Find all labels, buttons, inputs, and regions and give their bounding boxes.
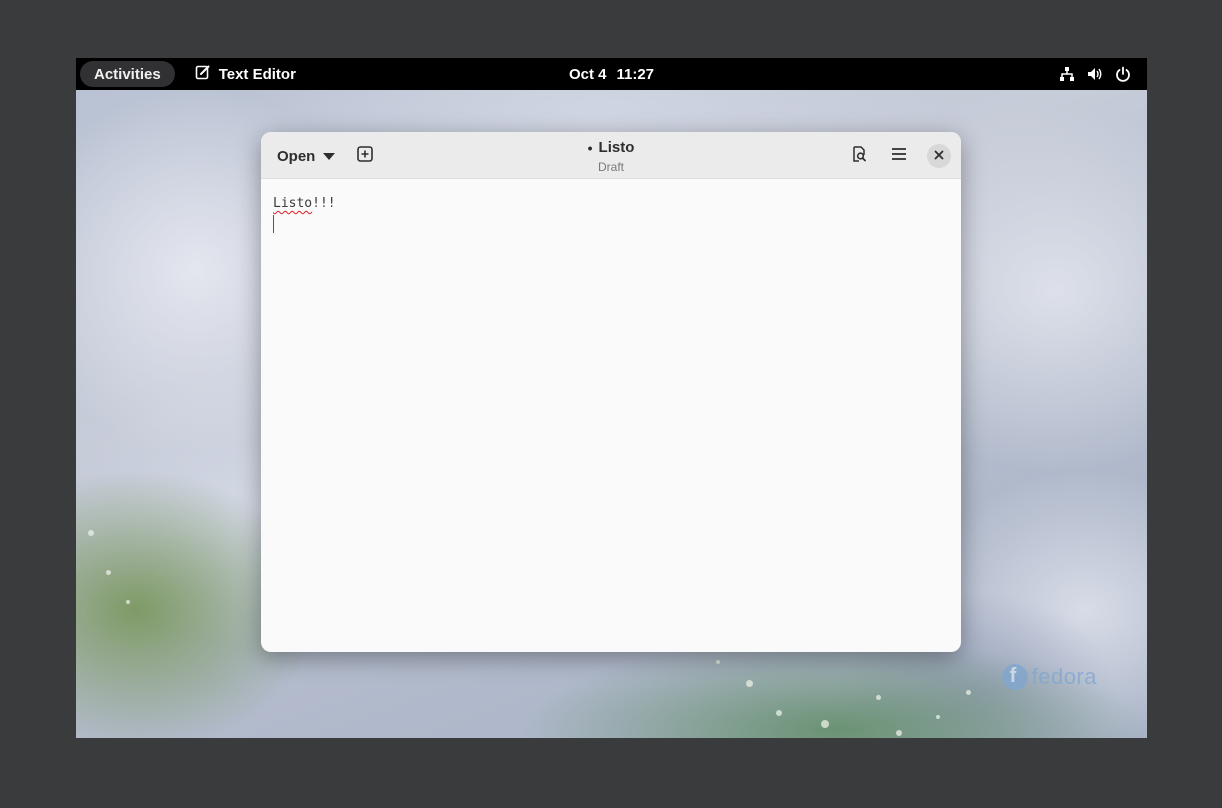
wallpaper-dot	[126, 600, 130, 604]
window-title: • Listo	[588, 139, 635, 156]
menu-icon	[891, 147, 907, 166]
wallpaper-dot	[88, 530, 94, 536]
power-icon[interactable]	[1115, 66, 1131, 82]
close-button[interactable]	[927, 144, 951, 168]
close-icon	[934, 147, 944, 165]
editor-line: Listo!!!	[273, 194, 949, 214]
network-wired-icon[interactable]	[1059, 66, 1075, 82]
wallpaper-dot	[966, 690, 971, 695]
new-tab-button[interactable]	[349, 140, 381, 172]
modified-indicator: •	[587, 139, 593, 156]
header-bar-actions	[843, 140, 951, 172]
text-caret	[273, 214, 274, 233]
clock-time: 11:27	[616, 65, 655, 83]
wallpaper-dot	[896, 730, 902, 736]
main-menu-button[interactable]	[883, 140, 915, 172]
text-editor-area[interactable]: Listo!!!	[261, 180, 961, 652]
wallpaper-dot	[821, 720, 829, 728]
app-menu-label: Text Editor	[218, 65, 296, 83]
fedora-logo-icon	[1001, 664, 1028, 690]
volume-icon[interactable]	[1087, 66, 1103, 82]
chevron-down-icon	[323, 148, 336, 165]
clock[interactable]: Oct 4 11:27	[569, 66, 654, 83]
wallpaper-dot	[716, 660, 720, 664]
find-icon	[851, 145, 867, 167]
wallpaper-dot	[936, 715, 940, 719]
misspelled-word: Listo	[273, 196, 313, 211]
top-bar: Activities Text Editor Oct 4 11:27	[76, 58, 1147, 90]
fedora-logo: fedora	[1001, 664, 1097, 690]
system-tray[interactable]	[1059, 66, 1131, 82]
wallpaper-dot	[876, 695, 881, 700]
text-editor-window: Open • Listo Draft Listo!!!	[261, 132, 961, 652]
editor-line	[273, 214, 949, 234]
open-button[interactable]: Open	[269, 140, 343, 172]
clock-date: Oct 4	[568, 65, 607, 83]
fedora-logo-text: fedora	[1031, 664, 1097, 689]
app-menu[interactable]: Text Editor	[195, 64, 296, 84]
editor-line-text: !!!	[312, 196, 336, 211]
document-title: Listo	[598, 139, 635, 156]
desktop-screen: fedora Activities Text Editor Oct 4 11:2…	[76, 58, 1147, 738]
wallpaper-dot	[776, 710, 782, 716]
text-editor-icon	[195, 64, 211, 84]
open-button-label: Open	[277, 147, 316, 165]
activities-button[interactable]: Activities	[80, 61, 175, 87]
new-tab-icon	[357, 145, 373, 167]
wallpaper-dot	[746, 680, 753, 687]
header-bar: Open • Listo Draft	[261, 132, 961, 179]
wallpaper-dot	[106, 570, 111, 575]
find-button[interactable]	[843, 140, 875, 172]
